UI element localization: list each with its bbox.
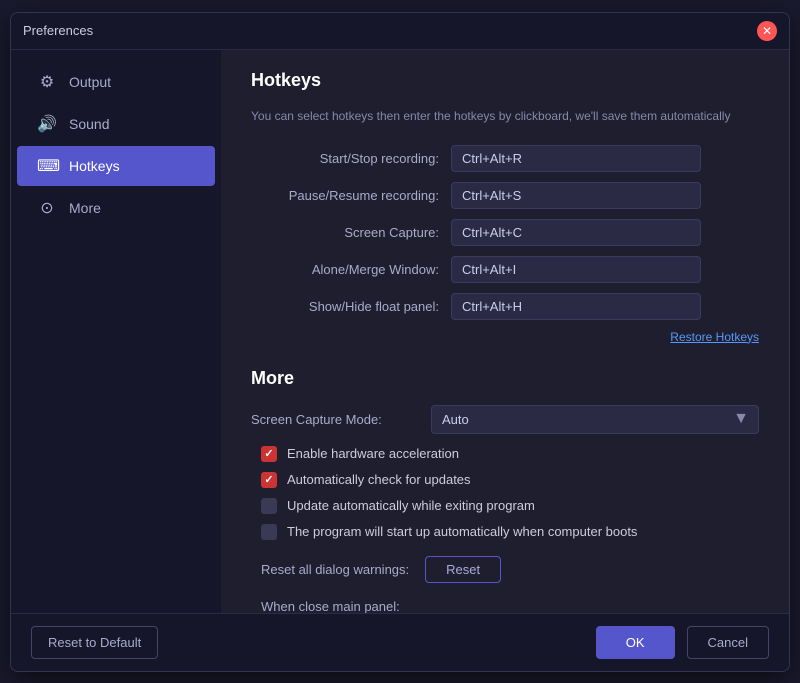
preferences-dialog: Preferences ✕ ⚙ Output 🔊 Sound ⌨ Hotkeys… [10, 12, 790, 672]
hotkey-row-alone-merge: Alone/Merge Window: [251, 256, 759, 283]
checkbox-row-update-exit: Update automatically while exiting progr… [251, 498, 759, 514]
title-bar: Preferences ✕ [11, 13, 789, 50]
footer-right: OK Cancel [596, 626, 769, 659]
hotkey-label-start-stop: Start/Stop recording: [251, 151, 451, 166]
footer: Reset to Default OK Cancel [11, 613, 789, 671]
checkbox-label-auto-start: The program will start up automatically … [287, 524, 637, 539]
hotkey-row-start-stop: Start/Stop recording: [251, 145, 759, 172]
hotkey-row-show-hide: Show/Hide float panel: [251, 293, 759, 320]
hotkey-row-pause-resume: Pause/Resume recording: [251, 182, 759, 209]
sidebar-item-output[interactable]: ⚙ Output [17, 62, 215, 102]
more-title: More [251, 368, 759, 389]
hotkey-input-show-hide[interactable] [451, 293, 701, 320]
sound-icon: 🔊 [37, 114, 57, 134]
hotkey-label-screen-capture: Screen Capture: [251, 225, 451, 240]
hotkey-input-alone-merge[interactable] [451, 256, 701, 283]
hotkey-label-show-hide: Show/Hide float panel: [251, 299, 451, 314]
screen-capture-mode-wrapper: Auto Manual Window Region ▼ [431, 405, 759, 434]
hotkey-label-pause-resume: Pause/Resume recording: [251, 188, 451, 203]
ok-button[interactable]: OK [596, 626, 675, 659]
restore-hotkeys-link[interactable]: Restore Hotkeys [251, 330, 759, 344]
hotkey-label-alone-merge: Alone/Merge Window: [251, 262, 451, 277]
screen-capture-mode-row: Screen Capture Mode: Auto Manual Window … [251, 405, 759, 434]
hotkeys-icon: ⌨ [37, 156, 57, 176]
checkbox-auto-update[interactable]: ✓ [261, 472, 277, 488]
sidebar: ⚙ Output 🔊 Sound ⌨ Hotkeys ⊙ More [11, 50, 221, 613]
hotkey-input-screen-capture[interactable] [451, 219, 701, 246]
checkmark-icon: ✓ [264, 447, 273, 460]
checkmark-icon-2: ✓ [264, 473, 273, 486]
checkbox-label-update-exit: Update automatically while exiting progr… [287, 498, 535, 513]
checkbox-row-hw-accel: ✓ Enable hardware acceleration [251, 446, 759, 462]
checkbox-update-exit[interactable] [261, 498, 277, 514]
more-icon: ⊙ [37, 198, 57, 218]
sidebar-item-label-output: Output [69, 74, 111, 90]
sidebar-item-sound[interactable]: 🔊 Sound [17, 104, 215, 144]
reset-default-button[interactable]: Reset to Default [31, 626, 158, 659]
sidebar-item-label-sound: Sound [69, 116, 109, 132]
checkbox-label-auto-update: Automatically check for updates [287, 472, 471, 487]
sidebar-item-more[interactable]: ⊙ More [17, 188, 215, 228]
hotkeys-section: Hotkeys You can select hotkeys then ente… [251, 70, 759, 344]
hotkey-input-pause-resume[interactable] [451, 182, 701, 209]
screen-capture-mode-label: Screen Capture Mode: [251, 412, 421, 427]
cancel-button[interactable]: Cancel [687, 626, 769, 659]
checkbox-row-auto-start: The program will start up automatically … [251, 524, 759, 540]
hotkeys-title: Hotkeys [251, 70, 759, 91]
hotkey-input-start-stop[interactable] [451, 145, 701, 172]
reset-dialog-label: Reset all dialog warnings: [261, 562, 409, 577]
dialog-title: Preferences [23, 23, 93, 38]
hotkey-row-screen-capture: Screen Capture: [251, 219, 759, 246]
checkbox-row-auto-update: ✓ Automatically check for updates [251, 472, 759, 488]
checkbox-label-hw-accel: Enable hardware acceleration [287, 446, 459, 461]
when-close-label: When close main panel: [251, 599, 759, 613]
close-button[interactable]: ✕ [757, 21, 777, 41]
output-icon: ⚙ [37, 72, 57, 92]
checkbox-auto-start[interactable] [261, 524, 277, 540]
more-section: More Screen Capture Mode: Auto Manual Wi… [251, 368, 759, 613]
sidebar-item-label-hotkeys: Hotkeys [69, 158, 120, 174]
content-area: Hotkeys You can select hotkeys then ente… [221, 50, 789, 613]
hotkeys-description: You can select hotkeys then enter the ho… [251, 107, 759, 125]
sidebar-item-label-more: More [69, 200, 101, 216]
screen-capture-mode-select[interactable]: Auto Manual Window Region [431, 405, 759, 434]
sidebar-item-hotkeys[interactable]: ⌨ Hotkeys [17, 146, 215, 186]
main-area: ⚙ Output 🔊 Sound ⌨ Hotkeys ⊙ More Hotkey… [11, 50, 789, 613]
reset-dialog-row: Reset all dialog warnings: Reset [251, 556, 759, 583]
checkbox-hw-accel[interactable]: ✓ [261, 446, 277, 462]
reset-dialog-button[interactable]: Reset [425, 556, 501, 583]
